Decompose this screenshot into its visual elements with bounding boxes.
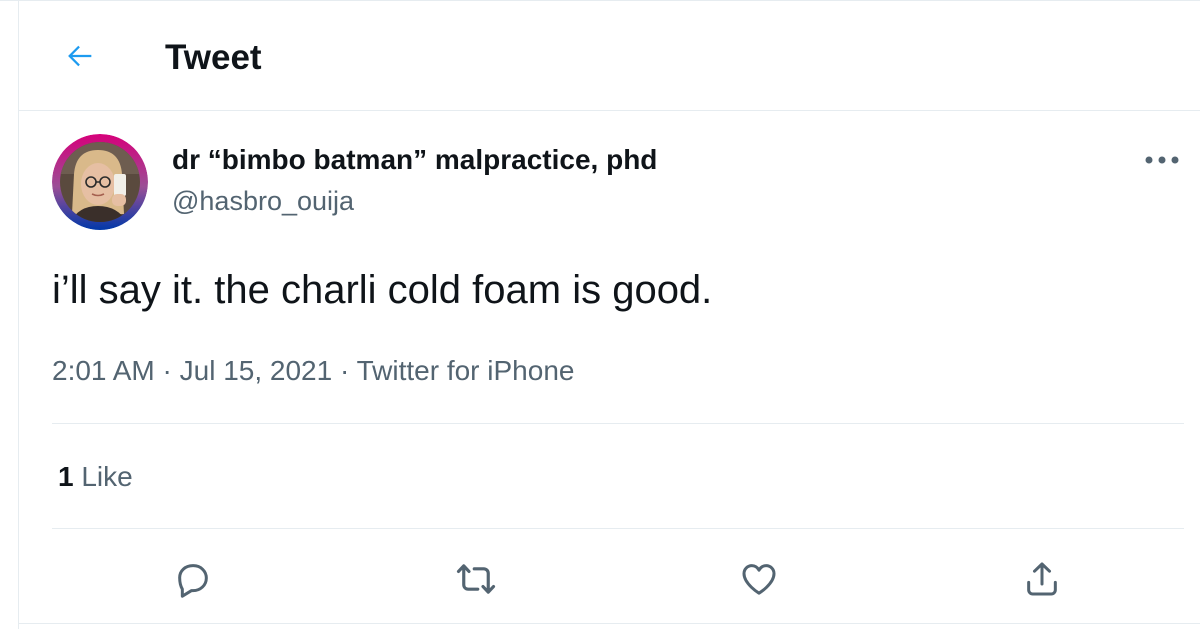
heart-icon <box>742 564 776 595</box>
divider <box>52 423 1184 424</box>
page-title: Tweet <box>165 38 262 77</box>
header: Tweet <box>19 1 1200 111</box>
author-display-name[interactable]: dr “bimbo batman” malpractice, phd <box>172 143 657 177</box>
share-icon <box>1027 562 1057 596</box>
action-bar <box>52 549 1184 605</box>
reply-icon <box>178 564 208 598</box>
avatar-image <box>52 134 148 230</box>
author-handle[interactable]: @hasbro_ouija <box>172 185 354 217</box>
retweet-icon <box>456 564 496 594</box>
meta-separator: · <box>332 355 357 386</box>
avatar[interactable] <box>52 134 148 230</box>
back-button[interactable] <box>61 37 99 75</box>
like-button[interactable] <box>735 555 783 603</box>
arrow-left-icon <box>68 45 92 67</box>
meta-separator: · <box>154 355 180 386</box>
tweet-meta: 2:01 AM · Jul 15, 2021 · Twitter for iPh… <box>52 353 574 389</box>
retweet-button[interactable] <box>452 555 500 603</box>
likes-label: Like <box>73 461 133 492</box>
tweet-source[interactable]: Twitter for iPhone <box>357 355 575 386</box>
divider <box>19 623 1200 624</box>
share-button[interactable] <box>1018 555 1066 603</box>
more-dots-icon <box>1145 156 1179 164</box>
reply-button[interactable] <box>169 555 217 603</box>
likes-count: 1 <box>58 461 74 492</box>
tweet-time[interactable]: 2:01 AM <box>52 355 155 386</box>
more-options-button[interactable] <box>1140 146 1184 174</box>
divider <box>52 528 1184 529</box>
likes-stat[interactable]: 1 Like <box>58 459 133 495</box>
tweet-page: Tweet dr “bimbo batman” malpractice, phd… <box>0 0 1200 629</box>
tweet-date[interactable]: Jul 15, 2021 <box>180 355 333 386</box>
tweet-text: i’ll say it. the charli cold foam is goo… <box>52 268 713 312</box>
